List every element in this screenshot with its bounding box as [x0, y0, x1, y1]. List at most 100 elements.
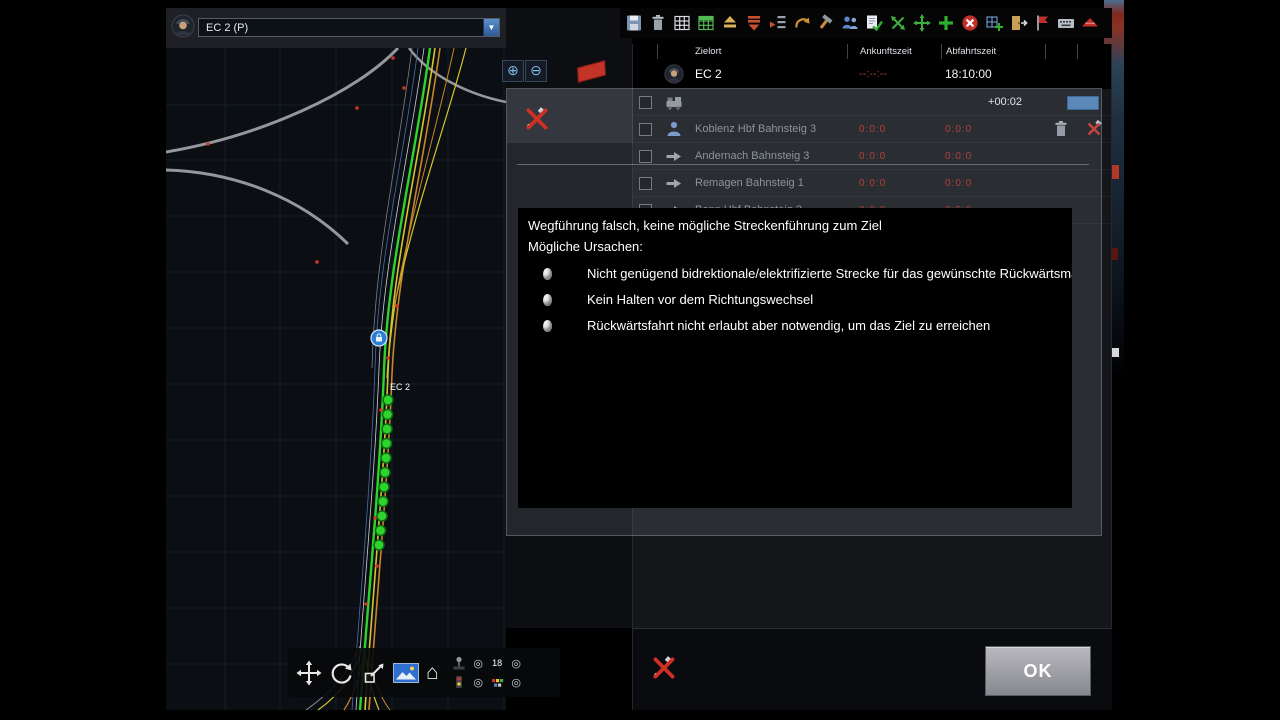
signal-dots [206, 56, 406, 656]
delete-stop-icon[interactable] [1051, 119, 1071, 139]
departure-time: 0:0:0 [941, 178, 1045, 189]
tools-icon[interactable] [816, 13, 836, 33]
add-icon[interactable] [936, 13, 956, 33]
row-checkbox[interactable] [639, 96, 652, 109]
target-icon[interactable]: ◎ [511, 676, 521, 689]
signal-toggle-icon[interactable] [452, 675, 466, 689]
reason-text: Nicht genügend bidrektionale/elektrifizi… [587, 266, 1072, 281]
station-name: Koblenz Hbf Bahnsteig 3 [690, 123, 847, 135]
list-item: Rückwärtsfahrt nicht erlaubt aber notwen… [528, 318, 1072, 333]
dialog-subtitle: Mögliche Ursachen: [528, 239, 1072, 254]
map-toolbar: ⌂ ◎ 18 ◎ ◎ ◎ [288, 648, 560, 697]
grid-add-icon[interactable] [984, 13, 1004, 33]
driver-avatar-icon [171, 14, 195, 38]
schedule-header: Zielort Ankunftszeit Abfahrtszeit [633, 44, 1111, 59]
pointer-hand-icon [664, 146, 684, 166]
train-summary-row[interactable]: EC 2 --:--:-- 18:10:00 [633, 59, 1111, 89]
delete-icon[interactable] [648, 13, 668, 33]
bullet-icon [543, 268, 552, 280]
departure-time: 0:0:0 [941, 124, 1045, 135]
keyboard-icon[interactable] [1056, 13, 1076, 33]
list-item: Kein Halten vor dem Richtungswechsel [528, 292, 1072, 307]
pan-map-icon[interactable] [296, 660, 322, 686]
grid-icon[interactable] [672, 13, 692, 33]
redo-curve-icon[interactable] [792, 13, 812, 33]
bullet-icon [543, 320, 552, 332]
ok-button[interactable]: OK [985, 646, 1091, 696]
departure-time: 0:0:0 [941, 151, 1045, 162]
stop-row-koblenz[interactable]: Koblenz Hbf Bahnsteig 3 0:0:0 0:0:0 [633, 116, 1111, 143]
exit-icon[interactable] [1008, 13, 1028, 33]
station-name: Remagen Bahnsteig 1 [690, 177, 847, 189]
eject-icon[interactable] [720, 13, 740, 33]
col-zielort: Zielort [690, 44, 847, 59]
stop-row-andernach[interactable]: Andernach Bahnsteig 3 0:0:0 0:0:0 [633, 143, 1111, 170]
game-world-detail [1112, 348, 1119, 357]
layers-icon[interactable] [490, 675, 504, 689]
reason-text: Kein Halten vor dem Richtungswechsel [587, 292, 813, 307]
block-lock-icon[interactable] [371, 330, 387, 346]
zoom-in-icon: ⊕ [507, 62, 519, 78]
uncouple-icon[interactable] [651, 655, 677, 681]
zoom-level-value[interactable]: 18 [492, 658, 502, 668]
flag-icon[interactable] [1032, 13, 1052, 33]
zoom-out-button[interactable]: ⊖ [525, 60, 547, 82]
arrival-time: 0:0:0 [847, 124, 941, 135]
uncouple-icon[interactable] [524, 106, 550, 132]
list-item: Nicht genügend bidrektionale/elektrifizi… [528, 266, 1072, 281]
target-icon[interactable]: ◎ [473, 676, 483, 689]
row-checkbox[interactable] [639, 150, 652, 163]
col-abfahrtszeit: Abfahrtszeit [941, 44, 1045, 59]
locomotive-icon [664, 92, 684, 112]
move-add-icon[interactable] [912, 13, 932, 33]
road-curve [166, 48, 398, 152]
train-selector-value: EC 2 (P) [199, 22, 483, 34]
error-dialog: Wegführung falsch, keine mögliche Streck… [518, 208, 1072, 508]
arrival-time: 0:0:0 [847, 151, 941, 162]
bottom-panel: OK [632, 628, 1112, 710]
delay-value: +00:02 [941, 96, 1045, 108]
home-view-icon[interactable]: ⌂ [426, 662, 439, 683]
delay-row[interactable]: +00:02 [633, 89, 1111, 116]
people-icon[interactable] [840, 13, 860, 33]
map-view[interactable]: EC 2 [166, 48, 506, 710]
roof-icon[interactable] [1080, 13, 1100, 33]
dialog-reason-list: Nicht genügend bidrektionale/elektrifizi… [528, 266, 1072, 333]
map-header: EC 2 (P) ▼ [166, 8, 506, 48]
map-option-cluster: ◎ 18 ◎ ◎ ◎ [450, 654, 526, 692]
arrival-time: 0:0:0 [847, 178, 941, 189]
driver-avatar-icon [664, 64, 684, 84]
progress-bar [1067, 96, 1099, 110]
target-icon[interactable]: ◎ [473, 657, 483, 670]
station-name: Andernach Bahnsteig 3 [690, 150, 847, 162]
passenger-stop-icon [664, 119, 684, 139]
track-map: EC 2 [166, 48, 506, 710]
row-checkbox[interactable] [639, 177, 652, 190]
edit-confirm-icon[interactable] [864, 13, 884, 33]
row-checkbox[interactable] [639, 123, 652, 136]
remove-icon[interactable] [960, 13, 980, 33]
table-green-icon[interactable] [696, 13, 716, 33]
bullet-icon [543, 294, 552, 306]
target-icon[interactable]: ◎ [511, 657, 521, 670]
camera-view-icon[interactable] [393, 663, 419, 683]
train-selector[interactable]: EC 2 (P) ▼ [198, 18, 500, 37]
dialog-title: Wegführung falsch, keine mögliche Streck… [528, 218, 1072, 233]
train-arrival: --:--:-- [847, 68, 941, 80]
link-tracks-icon[interactable] [888, 13, 908, 33]
move-object-icon[interactable] [362, 661, 386, 685]
insert-row-icon[interactable] [768, 13, 788, 33]
uncouple-stop-icon[interactable] [1084, 119, 1104, 139]
train-departure: 18:10:00 [941, 67, 1045, 81]
main-toolbar [620, 8, 1112, 38]
scroll-down-icon[interactable] [744, 13, 764, 33]
pointer-hand-icon [664, 173, 684, 193]
dropdown-arrow-icon[interactable]: ▼ [483, 19, 499, 36]
stop-row-remagen[interactable]: Remagen Bahnsteig 1 0:0:0 0:0:0 [633, 170, 1111, 197]
col-ankunftszeit: Ankunftszeit [847, 44, 941, 59]
joystick-icon[interactable] [451, 655, 467, 671]
rotate-view-icon[interactable] [329, 660, 355, 686]
zoom-in-button[interactable]: ⊕ [502, 60, 524, 82]
zoom-out-icon: ⊖ [530, 62, 542, 78]
save-icon[interactable] [624, 13, 644, 33]
